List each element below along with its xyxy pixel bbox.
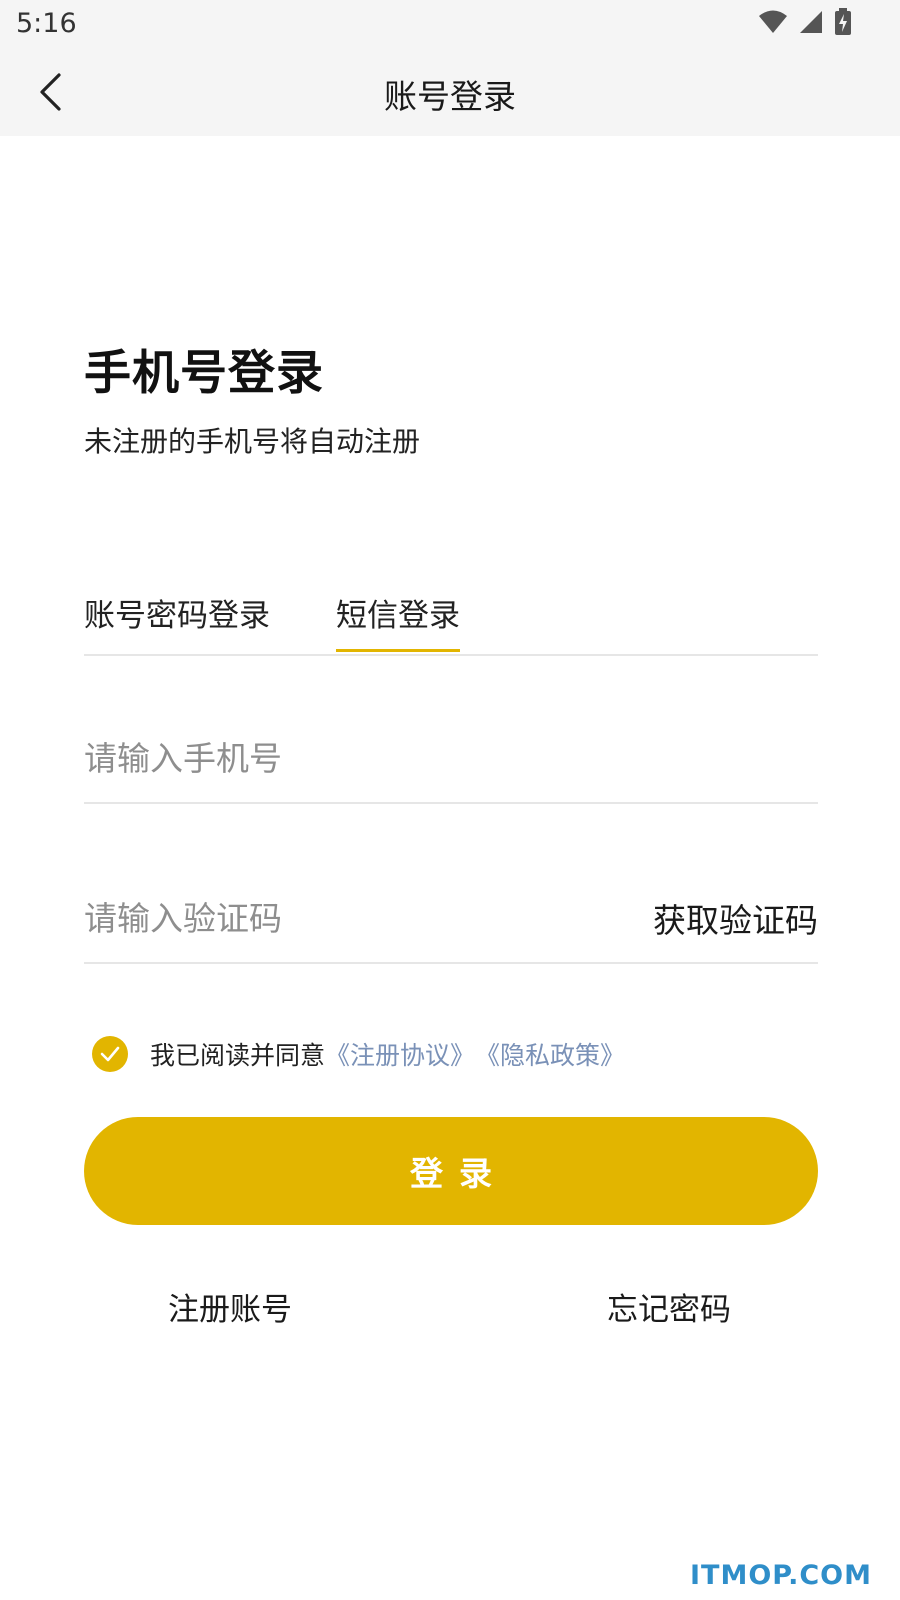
status-time: 5:16 xyxy=(16,8,77,39)
phone-input[interactable] xyxy=(84,730,584,786)
agreement-text: 我已阅读并同意 xyxy=(150,1041,326,1070)
login-button[interactable]: 登录 xyxy=(84,1117,818,1225)
forgot-password-link[interactable]: 忘记密码 xyxy=(607,1284,731,1329)
watermark-logo: ITMOP.COM xyxy=(689,1560,872,1591)
page-title: 手机号登录 xyxy=(84,346,324,401)
terms-link[interactable]: 《注册协议》 xyxy=(325,1036,475,1072)
tab-sms-login[interactable]: 短信登录 xyxy=(336,590,460,652)
register-account-link[interactable]: 注册账号 xyxy=(168,1284,292,1329)
phone-field xyxy=(84,722,818,804)
tab-password-login[interactable]: 账号密码登录 xyxy=(84,590,270,650)
get-code-button[interactable]: 获取验证码 xyxy=(653,894,818,942)
signal-icon xyxy=(800,11,822,33)
active-tab-indicator xyxy=(336,649,460,652)
status-bar: 5:16 xyxy=(0,0,900,48)
login-tabs: 账号密码登录 短信登录 xyxy=(84,590,818,656)
tab-sms-login-label: 短信登录 xyxy=(336,598,460,634)
wifi-icon xyxy=(759,10,787,33)
page-subtitle: 未注册的手机号将自动注册 xyxy=(84,425,421,458)
privacy-link[interactable]: 《隐私政策》 xyxy=(475,1036,625,1072)
agreement-row: 我已阅读并同意 《注册协议》 《隐私政策》 xyxy=(92,1034,625,1074)
status-icons xyxy=(758,8,852,36)
tab-password-login-label: 账号密码登录 xyxy=(84,598,270,634)
check-icon xyxy=(100,1046,120,1062)
code-input[interactable] xyxy=(84,890,584,946)
battery-charging-icon xyxy=(835,8,851,35)
title-bar: 账号登录 xyxy=(0,48,900,136)
nav-title: 账号登录 xyxy=(384,77,516,116)
agreement-checkbox[interactable] xyxy=(92,1036,128,1072)
code-field: 获取验证码 xyxy=(84,882,818,964)
